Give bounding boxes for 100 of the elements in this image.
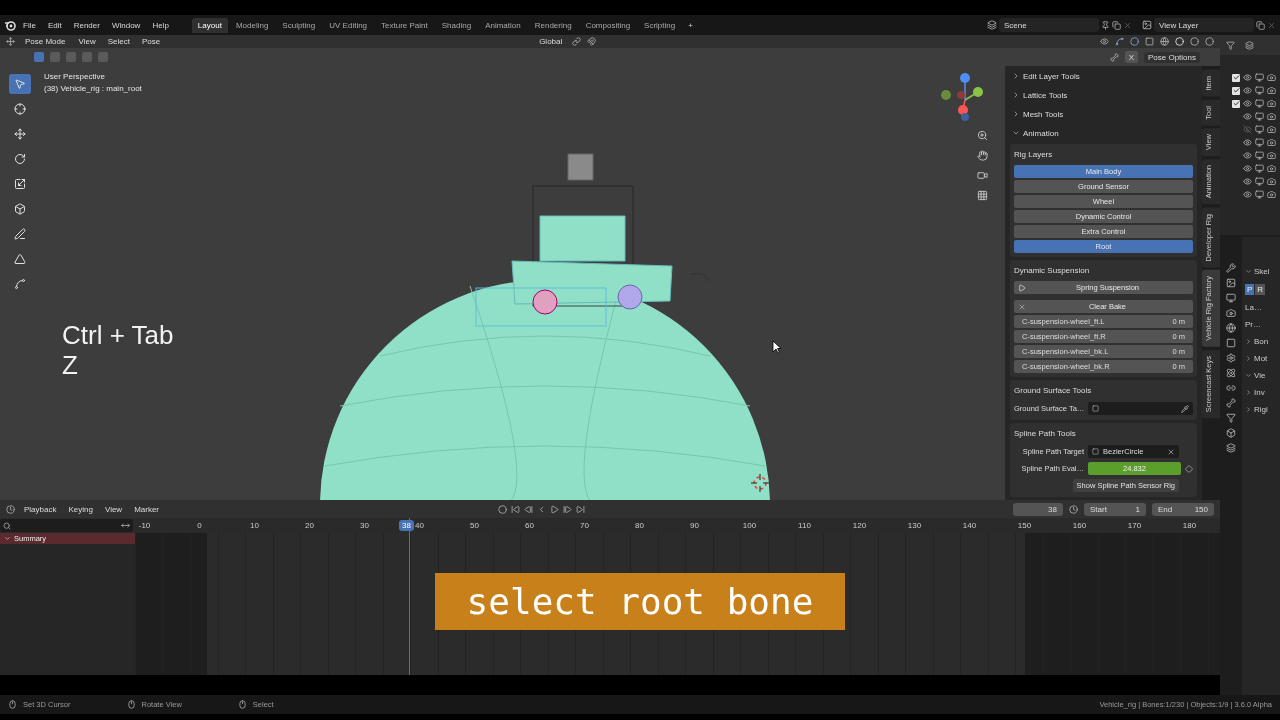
screencast-key-text: Z: [62, 350, 79, 380]
property-tab-icon[interactable]: [1226, 338, 1236, 348]
menu-item[interactable]: Window: [106, 18, 146, 32]
pose-options-dropdown[interactable]: Pose Options: [1143, 51, 1200, 63]
close-icon: [1267, 20, 1276, 30]
workspace-tab[interactable]: Animation: [479, 17, 527, 33]
panel-header[interactable]: Lattice Tools: [1010, 87, 1197, 103]
section-header[interactable]: Skel: [1245, 267, 1278, 276]
property-tab-icon[interactable]: [1226, 413, 1236, 423]
toggle-button[interactable]: P: [1245, 284, 1255, 295]
section-header[interactable]: Mot: [1245, 354, 1278, 363]
section-header[interactable]: Inv: [1245, 388, 1278, 397]
section-header[interactable]: Rigi: [1245, 405, 1278, 414]
mouse-icon: [126, 700, 136, 709]
property-tab-icon[interactable]: [1226, 263, 1236, 273]
panel-header[interactable]: Edit Layer Tools: [1010, 68, 1197, 84]
chevron-right-icon: [1245, 406, 1252, 413]
menu-item[interactable]: Help: [147, 18, 174, 32]
logo-icon[interactable]: [4, 19, 16, 31]
exclude-checkbox[interactable]: [1232, 99, 1240, 108]
menu-item[interactable]: View: [101, 503, 126, 515]
panel-header[interactable]: Animation: [1010, 125, 1197, 141]
property-tab-icon[interactable]: [1226, 353, 1236, 363]
eye-icon[interactable]: [1243, 164, 1252, 173]
property-tab-icon[interactable]: [1226, 368, 1236, 378]
menu-item[interactable]: Edit: [42, 18, 67, 32]
scene-field[interactable]: Scene: [999, 18, 1099, 32]
menu-item[interactable]: View: [75, 36, 99, 47]
eye-icon[interactable]: [1243, 190, 1252, 199]
hand-icon[interactable]: [974, 148, 990, 162]
camera-icon: [1267, 190, 1276, 199]
jump-end-icon: [576, 504, 586, 514]
copy-icon: [1256, 20, 1265, 30]
start-frame-field[interactable]: Start 1: [1084, 502, 1146, 516]
toggle-button[interactable]: R: [1255, 284, 1266, 295]
property-tab-icon[interactable]: [1226, 323, 1236, 333]
mouse-pointer-icon: [772, 340, 782, 354]
menu-item[interactable]: Render: [68, 18, 105, 32]
end-frame-field[interactable]: End 150: [1152, 502, 1214, 516]
workspace-tab[interactable]: Scripting: [638, 17, 682, 33]
menu-item[interactable]: Pose: [138, 36, 164, 47]
view-layer-field[interactable]: View Layer: [1154, 18, 1254, 32]
select-box-icon[interactable]: [9, 74, 31, 94]
frame-number: -10: [138, 520, 151, 532]
property-tab-icon[interactable]: [1226, 293, 1236, 303]
workspace-tab[interactable]: Shading: [435, 17, 478, 33]
frame-number: 30: [360, 520, 369, 532]
active-object-text: (38) Vehicle_rig : main_root: [44, 84, 142, 93]
search-icon: [3, 521, 11, 530]
frame-number: 60: [525, 520, 534, 532]
menu-item[interactable]: Playback: [21, 503, 60, 515]
playhead-frame[interactable]: 38: [399, 520, 414, 531]
eye-icon[interactable]: [1243, 99, 1252, 108]
frame-number: 80: [635, 520, 644, 532]
object-field[interactable]: [1088, 402, 1193, 415]
eye-icon[interactable]: [1243, 86, 1252, 95]
section-header[interactable]: Bon: [1245, 337, 1278, 346]
eye-icon[interactable]: [1243, 112, 1252, 121]
workspace-tab[interactable]: Texture Paint: [375, 17, 434, 33]
panel-title: Dynamic Suspension: [1014, 265, 1091, 277]
property-tab-icon[interactable]: [1226, 278, 1236, 288]
mouse-icon: [8, 700, 17, 709]
chevron-down-icon: [4, 535, 11, 542]
exclude-checkbox[interactable]: [1232, 73, 1240, 82]
section-header[interactable]: Vie: [1245, 371, 1278, 380]
solid-shading-icon: [1175, 37, 1184, 46]
eye-icon[interactable]: [1243, 151, 1252, 160]
workspace-tab[interactable]: UV Editing: [323, 17, 374, 33]
panel-header[interactable]: Mesh Tools: [1010, 106, 1197, 122]
mouse-icon: [237, 700, 247, 709]
menu-item[interactable]: Keying: [65, 503, 96, 515]
property-tab-icon[interactable]: [1226, 398, 1236, 408]
view-name: User Perspective: [44, 72, 106, 81]
close-icon: [1167, 447, 1175, 456]
property-tab-icon[interactable]: [1226, 308, 1236, 318]
property-tab-icon[interactable]: [1226, 443, 1236, 453]
menu-item[interactable]: Select: [104, 36, 133, 47]
property-tab-icon[interactable]: [1226, 428, 1236, 438]
camera-icon: [1267, 73, 1276, 82]
eye-icon[interactable]: [1243, 73, 1252, 82]
frame-number: 90: [690, 520, 699, 532]
search-field[interactable]: [0, 519, 133, 532]
menu-item[interactable]: File: [18, 18, 41, 32]
frame-number: 160: [1072, 520, 1087, 532]
monitor-icon: [1255, 164, 1264, 173]
workspace-tab[interactable]: Modeling: [229, 17, 275, 33]
mirror-x-button[interactable]: X: [1124, 51, 1138, 63]
eye-icon[interactable]: [1243, 138, 1252, 147]
bone-icon: [1109, 52, 1119, 62]
menu-item[interactable]: Marker: [131, 503, 163, 515]
camera-icon: [1267, 164, 1276, 173]
exclude-checkbox[interactable]: [1232, 86, 1240, 95]
add-workspace-button[interactable]: +: [683, 18, 698, 32]
workspace-tab[interactable]: Rendering: [528, 17, 578, 33]
workspace-tab[interactable]: Layout: [191, 17, 228, 33]
property-tab-icon[interactable]: [1226, 383, 1236, 393]
workspace-tab[interactable]: Sculpting: [276, 17, 322, 33]
current-frame-field[interactable]: 38: [1013, 502, 1063, 516]
eye-icon[interactable]: [1243, 177, 1252, 186]
workspace-tab[interactable]: Compositing: [579, 17, 637, 33]
